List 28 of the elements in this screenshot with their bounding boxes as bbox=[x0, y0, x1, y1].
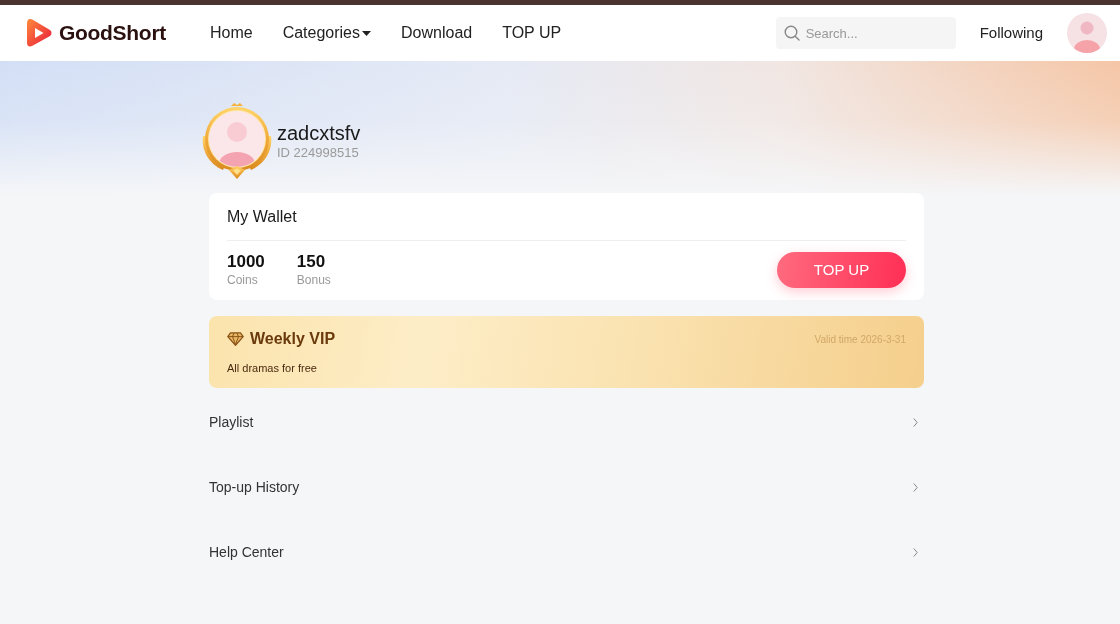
search-field[interactable]: Search... bbox=[775, 17, 956, 49]
balance-amount: 150 bbox=[296, 252, 326, 272]
vip-title: Weekly VIP bbox=[250, 329, 336, 350]
balance-amount: 1000 bbox=[227, 252, 265, 272]
nav-link[interactable]: TOP UP bbox=[502, 21, 562, 45]
nav-link[interactable]: Categories bbox=[282, 21, 371, 45]
goodshort-logo[interactable]: GoodShort bbox=[27, 17, 166, 49]
framed-avatar-icon bbox=[201, 102, 273, 180]
menu-item[interactable]: Help Center bbox=[209, 520, 924, 585]
logo-text: GoodShort bbox=[59, 20, 166, 47]
vip-description: All dramas for free bbox=[227, 361, 317, 377]
menu-item[interactable]: Top-up History bbox=[209, 455, 924, 520]
username: zadcxtsfv bbox=[277, 121, 361, 145]
play-logo-icon bbox=[27, 19, 52, 47]
balance-label: Coins bbox=[227, 272, 258, 288]
search-icon bbox=[783, 25, 800, 41]
following-link[interactable]: Following bbox=[979, 21, 1043, 45]
nav-link[interactable]: Home bbox=[209, 21, 253, 45]
chevron-right-icon bbox=[913, 418, 918, 427]
menu-item[interactable]: Playlist bbox=[209, 390, 924, 455]
diamond-icon bbox=[227, 332, 244, 347]
nav-link[interactable]: Download bbox=[401, 21, 473, 45]
balance-label: Bonus bbox=[296, 272, 331, 288]
user-id: ID 224998515 bbox=[277, 145, 359, 161]
chevron-right-icon bbox=[913, 483, 918, 492]
chevron-right-icon bbox=[913, 548, 918, 557]
wallet-title: My Wallet bbox=[227, 206, 297, 227]
user-avatar-icon[interactable] bbox=[1067, 13, 1107, 53]
